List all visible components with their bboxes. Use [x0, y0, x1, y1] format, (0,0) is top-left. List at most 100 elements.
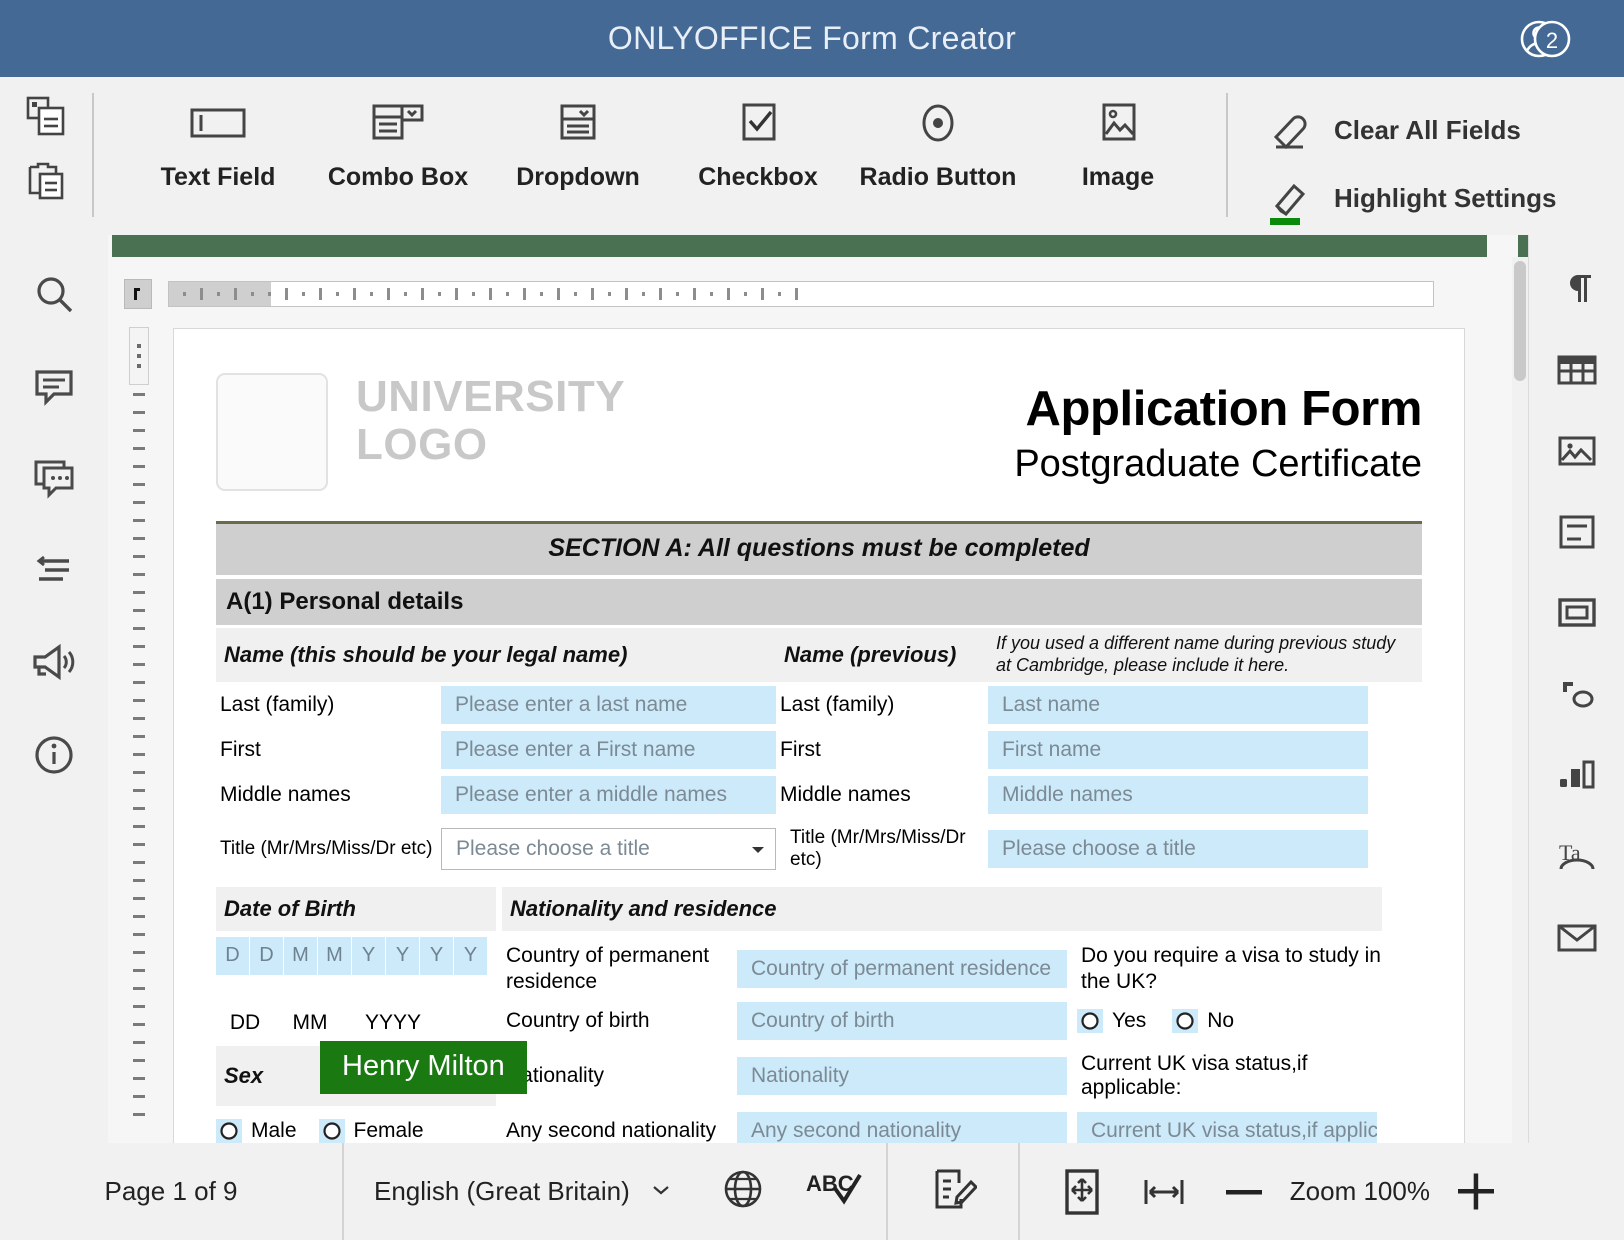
tool-text-field[interactable]: Text Field [128, 77, 308, 192]
shape-settings-icon[interactable] [1553, 670, 1601, 718]
visa-status-label: Current UK visa status,if applicable: [1081, 1052, 1308, 1100]
name-previous-note: If you used a different name during prev… [988, 628, 1422, 682]
document-top-margin [112, 235, 1487, 257]
date-of-birth-boxes[interactable]: D D M M Y Y Y Y [216, 936, 488, 975]
previous-title-field[interactable]: Please choose a title [988, 829, 1368, 868]
last-name-label: Last (family) [220, 692, 335, 716]
document-title-area: Application Form Postgraduate Certificat… [1014, 359, 1422, 486]
paragraph-settings-icon[interactable] [1553, 265, 1601, 313]
sex-female-radio[interactable] [318, 1119, 345, 1143]
chat-icon[interactable] [28, 453, 80, 505]
dob-cell[interactable]: Y [420, 936, 454, 975]
permanent-residence-field[interactable]: Country of permanent residence [737, 949, 1067, 988]
collaborator-cursor-tooltip: Henry Milton [320, 1041, 527, 1094]
tool-label: Combo Box [327, 163, 469, 191]
document-page[interactable]: UNIVERSITY LOGO Application Form Postgra… [174, 329, 1464, 1143]
tool-radio-button[interactable]: Radio Button [848, 77, 1028, 192]
previous-first-name-field[interactable]: First name [988, 730, 1368, 769]
dob-legend-yyyy: YYYY [364, 1011, 422, 1035]
middle-names-label: Middle names [220, 782, 351, 806]
document-canvas: UNIVERSITY LOGO Application Form Postgra… [108, 257, 1528, 1165]
checkbox-icon [735, 99, 781, 147]
vertical-ruler-handle[interactable] [129, 327, 149, 385]
logo-placeholder-box[interactable] [216, 373, 328, 491]
text-art-settings-icon[interactable]: Ta [1553, 832, 1601, 880]
sex-female-option[interactable]: Female [318, 1119, 424, 1143]
collaborators-badge[interactable]: 2 [1516, 16, 1572, 62]
page-indicator: Page 1 of 9 [104, 1176, 238, 1206]
dob-cell[interactable]: D [216, 936, 250, 975]
clear-all-fields-button[interactable]: Clear All Fields [1266, 107, 1556, 153]
search-icon[interactable] [28, 269, 80, 321]
comments-icon[interactable] [28, 361, 80, 413]
zoom-level[interactable]: Zoom 100% [1290, 1176, 1430, 1207]
tool-checkbox[interactable]: Checkbox [668, 77, 848, 192]
dob-legend-dd: DD [229, 1011, 261, 1035]
dob-cell[interactable]: M [318, 936, 352, 975]
dob-cell[interactable]: Y [352, 936, 386, 975]
country-of-birth-field[interactable]: Country of birth [737, 1002, 1067, 1041]
tool-combo-box[interactable]: Combo Box [308, 77, 488, 192]
right-sidebar: Ta [1528, 235, 1624, 1143]
combo-box-icon [368, 99, 428, 147]
sex-male-option[interactable]: Male [216, 1119, 297, 1143]
dob-cell[interactable]: D [250, 936, 284, 975]
language-selector[interactable]: English (Great Britain) [344, 1143, 700, 1240]
copy-button[interactable] [23, 93, 69, 139]
paste-button[interactable] [23, 157, 69, 203]
tool-label: Radio Button [859, 163, 1017, 191]
tool-dropdown[interactable]: Dropdown [488, 77, 668, 192]
title-combo-box[interactable]: Please choose a title [441, 827, 776, 870]
chart-settings-icon[interactable] [1553, 751, 1601, 799]
editor-body: UNIVERSITY LOGO Application Form Postgra… [0, 235, 1624, 1165]
form-toolbar: Text Field Combo Box Dropdown Checkbox R… [0, 77, 1624, 235]
collaborator-count: 2 [1546, 28, 1558, 53]
dob-cell[interactable]: M [284, 936, 318, 975]
text-box-settings-icon[interactable] [1553, 589, 1601, 637]
last-name-field[interactable]: Please enter a last name [441, 685, 776, 724]
dob-cell[interactable]: Y [454, 936, 488, 975]
track-changes-button[interactable] [888, 1143, 1018, 1240]
highlight-settings-button[interactable]: Highlight Settings [1266, 175, 1556, 225]
spell-check-icon: ABC [804, 1165, 868, 1218]
visa-no-radio[interactable] [1172, 1009, 1199, 1034]
visa-no-option[interactable]: No [1172, 1009, 1234, 1034]
previous-title-label: Title (Mr/Mrs/Miss/Dr etc) [790, 826, 966, 870]
nationality-field[interactable]: Nationality [737, 1057, 1067, 1096]
ruler-track[interactable] [168, 281, 1434, 307]
navigation-icon[interactable] [28, 545, 80, 597]
spell-checking-button[interactable]: ABC [786, 1143, 886, 1240]
mail-merge-icon[interactable] [1553, 913, 1601, 961]
feedback-icon[interactable] [28, 637, 80, 689]
previous-middle-names-field[interactable]: Middle names [988, 775, 1368, 814]
vertical-scrollbar[interactable] [1512, 257, 1528, 1165]
page-indicator-segment[interactable]: Page 1 of 9 [0, 1143, 342, 1240]
scrollbar-thumb[interactable] [1514, 261, 1526, 381]
zoom-in-button[interactable] [1456, 1172, 1496, 1212]
tool-image[interactable]: Image [1028, 77, 1208, 192]
visa-yes-option[interactable]: Yes [1077, 1009, 1146, 1034]
about-icon[interactable] [28, 729, 80, 781]
dob-cell[interactable]: Y [386, 936, 420, 975]
visa-yes-radio[interactable] [1077, 1009, 1103, 1034]
set-document-language-button[interactable] [700, 1143, 786, 1240]
sex-male-radio[interactable] [216, 1119, 242, 1143]
table-settings-icon[interactable] [1553, 346, 1601, 394]
previous-middle-names-label: Middle names [780, 782, 911, 806]
tool-label: Dropdown [516, 163, 640, 191]
header-footer-settings-icon[interactable] [1553, 508, 1601, 556]
country-of-birth-label: Country of birth [506, 1009, 650, 1033]
fit-to-page-button[interactable] [1060, 1167, 1104, 1217]
tab-stop-selector[interactable] [124, 279, 152, 309]
horizontal-ruler[interactable] [124, 277, 1434, 311]
second-nationality-field[interactable]: Any second nationality [737, 1112, 1067, 1143]
vertical-ruler[interactable] [126, 327, 152, 1117]
middle-names-field[interactable]: Please enter a middle names [441, 775, 776, 814]
fit-to-width-button[interactable] [1140, 1172, 1188, 1212]
sex-female-label: Female [353, 1119, 424, 1143]
zoom-out-button[interactable] [1224, 1186, 1264, 1198]
visa-status-field[interactable]: Current UK visa status,if applicab [1077, 1112, 1377, 1143]
first-name-field[interactable]: Please enter a First name [441, 730, 776, 769]
previous-last-name-field[interactable]: Last name [988, 685, 1368, 724]
image-settings-icon[interactable] [1553, 427, 1601, 475]
